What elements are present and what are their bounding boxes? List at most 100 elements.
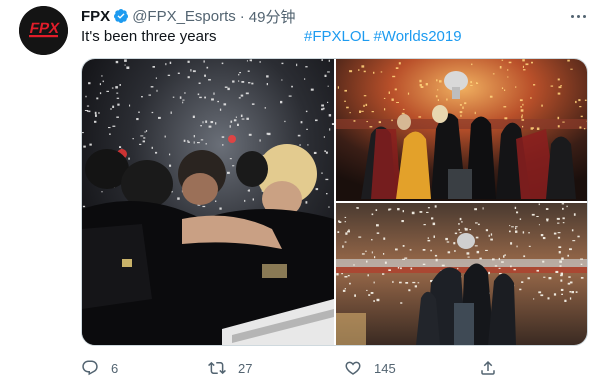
confetti-speck xyxy=(336,273,339,276)
confetti-speck xyxy=(382,273,385,275)
confetti-speck xyxy=(557,232,561,234)
confetti-speck xyxy=(82,205,86,208)
confetti-speck xyxy=(461,221,463,223)
confetti-speck xyxy=(284,120,286,123)
like-icon xyxy=(345,361,361,375)
confetti-speck xyxy=(85,95,87,98)
confetti-speck xyxy=(575,291,578,293)
confetti-speck xyxy=(363,70,366,73)
confetti-speck xyxy=(376,298,380,302)
author-name[interactable]: FPX xyxy=(81,8,110,25)
confetti-speck xyxy=(395,248,398,251)
tweet-card[interactable]: FPX FPX @FPX_Esports · 49分钟 It's been th… xyxy=(0,0,604,389)
confetti-speck xyxy=(474,245,478,247)
like-button[interactable]: 145 xyxy=(344,356,396,380)
avatar[interactable]: FPX xyxy=(19,6,68,55)
confetti-speck xyxy=(138,111,140,113)
confetti-speck xyxy=(405,282,409,284)
confetti-speck xyxy=(367,274,369,277)
confetti-speck xyxy=(399,281,402,284)
confetti-speck xyxy=(143,137,146,139)
confetti-speck xyxy=(516,211,519,214)
confetti-speck xyxy=(540,234,544,237)
confetti-speck xyxy=(239,72,241,74)
confetti-speck xyxy=(341,273,343,275)
confetti-speck xyxy=(347,275,350,277)
confetti-speck xyxy=(561,203,565,205)
confetti-speck xyxy=(141,96,143,98)
confetti-speck xyxy=(192,115,195,118)
confetti-speck xyxy=(437,99,439,101)
confetti-speck xyxy=(211,98,214,101)
confetti-speck xyxy=(584,99,587,101)
confetti-speck xyxy=(324,74,327,77)
confetti-speck xyxy=(182,101,184,104)
confetti-speck xyxy=(553,232,557,235)
confetti-speck xyxy=(129,104,131,107)
confetti-speck xyxy=(569,291,572,293)
avatar-logo-text: FPX xyxy=(28,20,61,37)
confetti-speck xyxy=(233,119,237,122)
confetti-speck xyxy=(169,164,172,167)
confetti-speck xyxy=(235,116,237,118)
confetti-speck xyxy=(224,86,228,88)
confetti-speck xyxy=(363,95,367,97)
confetti-speck xyxy=(327,71,330,73)
timestamp[interactable]: 49分钟 xyxy=(249,6,296,27)
confetti-speck xyxy=(414,285,417,288)
confetti-speck xyxy=(363,104,365,107)
confetti-speck xyxy=(513,268,516,271)
confetti-speck xyxy=(464,227,466,230)
confetti-speck xyxy=(418,116,422,118)
trophy-lift-stage-photo[interactable] xyxy=(336,59,588,201)
confetti-speck xyxy=(126,66,130,69)
author-handle[interactable]: @FPX_Esports xyxy=(132,8,236,25)
confetti-speck xyxy=(446,98,448,101)
confetti-speck xyxy=(475,222,478,224)
confetti-speck xyxy=(325,178,329,181)
confetti-speck xyxy=(531,213,535,216)
confetti-speck xyxy=(116,92,119,94)
confetti-speck xyxy=(205,120,208,123)
share-button[interactable] xyxy=(479,356,497,380)
share-icon xyxy=(481,360,495,375)
confetti-speck xyxy=(562,217,565,220)
confetti-speck xyxy=(156,89,158,92)
confetti-speck xyxy=(560,279,563,282)
confetti-speck xyxy=(519,288,522,291)
confetti-speck xyxy=(485,229,488,232)
more-options-icon[interactable] xyxy=(568,7,588,25)
confetti-speck xyxy=(365,250,367,252)
confetti-speck xyxy=(115,86,118,89)
retweet-button[interactable]: 27 xyxy=(208,356,252,380)
confetti-speck xyxy=(509,230,511,233)
confetti-speck xyxy=(499,66,502,69)
confetti-speck xyxy=(281,62,284,65)
confetti-speck xyxy=(434,205,437,208)
confetti-speck xyxy=(110,108,112,110)
confetti-speck xyxy=(457,267,459,270)
confetti-speck xyxy=(422,263,426,265)
confetti-speck xyxy=(542,260,545,263)
confetti-speck xyxy=(230,120,233,123)
confetti-speck xyxy=(583,128,586,130)
confetti-speck xyxy=(378,121,381,124)
confetti-speck xyxy=(538,203,540,206)
confetti-speck xyxy=(587,103,588,104)
confetti-speck xyxy=(384,108,386,111)
hashtag-fpxlol[interactable]: #FPXLOL xyxy=(304,28,369,45)
confetti-speck xyxy=(409,249,412,251)
confetti-speck xyxy=(498,267,501,269)
confetti-speck xyxy=(375,209,378,211)
reply-button[interactable]: 6 xyxy=(81,356,118,380)
confetti-speck xyxy=(187,141,190,143)
confetti-speck xyxy=(384,261,387,264)
confetti-speck xyxy=(464,102,467,105)
team-celebration-hug-photo[interactable] xyxy=(82,59,334,345)
hashtag-worlds2019[interactable]: #Worlds2019 xyxy=(373,28,461,45)
confetti-speck xyxy=(193,141,195,144)
confetti-speck xyxy=(331,123,334,125)
confetti-speck xyxy=(528,245,531,247)
trophy-confetti-wide-photo[interactable] xyxy=(336,203,587,345)
confetti-speck xyxy=(383,237,386,240)
